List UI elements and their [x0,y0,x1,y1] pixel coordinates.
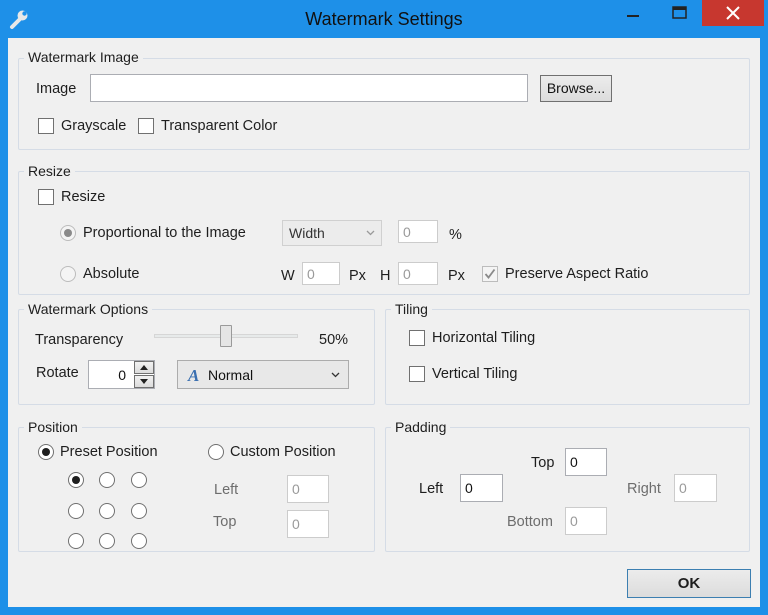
padding-top-label: Top [531,455,555,471]
blend-mode-value: Normal [208,367,254,383]
arrow-down-icon [140,379,148,384]
custom-left-label: Left [214,482,239,498]
position-cell-radio[interactable] [131,472,147,488]
close-button[interactable] [702,0,764,26]
padding-right-label: Right [627,481,661,497]
resize-checkbox[interactable] [38,189,54,205]
absolute-label: Absolute [83,266,140,282]
maximize-button[interactable] [656,0,702,26]
custom-position-radio[interactable] [208,444,224,460]
minimize-icon [627,15,639,17]
tiling-group [385,309,750,405]
svg-text:A: A [187,366,199,384]
custom-top-label: Top [213,514,237,530]
proportional-label: Proportional to the Image [83,225,246,241]
image-label: Image [36,81,77,97]
transparency-label: Transparency [35,332,124,348]
grayscale-checkbox[interactable] [38,118,54,134]
custom-left-input[interactable] [287,475,329,503]
padding-bottom-label: Bottom [507,514,553,530]
grayscale-label: Grayscale [61,118,127,134]
resize-group-label: Resize [24,163,75,179]
width-label: W [281,268,295,284]
absolute-radio[interactable] [60,266,76,282]
position-cell-radio[interactable] [99,472,115,488]
proportional-radio[interactable] [60,225,76,241]
rotate-label: Rotate [36,365,79,381]
custom-position-label: Custom Position [230,444,336,460]
dimension-select[interactable]: Width [282,220,382,246]
height-input[interactable] [398,262,438,285]
height-label: H [380,268,391,284]
blend-mode-select[interactable]: A Normal [177,360,349,389]
transparency-value: 50% [319,332,349,348]
ok-button[interactable]: OK [627,569,751,598]
resize-label: Resize [61,189,106,205]
dimension-select-value: Width [289,225,325,241]
title-bar[interactable]: Watermark Settings [0,0,768,38]
chevron-down-icon [331,372,340,378]
rotate-up-button[interactable] [134,361,154,374]
percent-unit-label: % [449,227,462,243]
padding-right-input[interactable] [674,474,717,502]
watermark-image-group [18,58,750,150]
transparent-color-label: Transparent Color [161,118,278,134]
position-cell-radio[interactable] [99,533,115,549]
watermark-image-group-label: Watermark Image [24,49,143,65]
horizontal-tiling-label: Horizontal Tiling [432,330,536,346]
position-cell-radio[interactable] [99,503,115,519]
transparency-slider-thumb[interactable] [220,325,232,347]
custom-top-input[interactable] [287,510,329,538]
checkmark-icon [484,268,496,279]
chevron-down-icon [366,230,375,236]
padding-bottom-input[interactable] [565,507,607,535]
width-input[interactable] [302,262,340,285]
vertical-tiling-checkbox[interactable] [409,366,425,382]
transparent-color-checkbox[interactable] [138,118,154,134]
minimize-button[interactable] [610,0,656,26]
browse-button[interactable]: Browse... [540,75,612,102]
maximize-icon [672,6,687,19]
preserve-aspect-label: Preserve Aspect Ratio [505,266,649,282]
height-px-label: Px [448,268,465,284]
vertical-tiling-label: Vertical Tiling [432,366,518,382]
preset-position-radio[interactable] [38,444,54,460]
width-px-label: Px [349,268,366,284]
tiling-group-label: Tiling [391,301,432,317]
close-icon [726,6,740,20]
arrow-up-icon [140,365,148,370]
rotate-down-button[interactable] [134,375,154,388]
padding-left-input[interactable] [460,474,503,502]
position-cell-radio[interactable] [68,503,84,519]
position-cell-radio[interactable] [68,533,84,549]
padding-top-input[interactable] [565,448,607,476]
percent-input[interactable] [398,220,438,243]
position-group-label: Position [24,419,82,435]
font-a-icon: A [187,366,199,384]
dialog-client-area: Watermark Image Image Browse... Grayscal… [8,38,760,607]
horizontal-tiling-checkbox[interactable] [409,330,425,346]
position-cell-radio[interactable] [131,503,147,519]
position-cell-radio[interactable] [68,472,84,488]
image-path-input[interactable] [90,74,528,102]
padding-group-label: Padding [391,419,451,435]
position-cell-radio[interactable] [131,533,147,549]
watermark-options-group-label: Watermark Options [24,301,153,317]
padding-left-label: Left [419,481,444,497]
preserve-aspect-checkbox[interactable] [482,266,498,282]
watermark-options-group [18,309,375,405]
preset-position-label: Preset Position [60,444,158,460]
watermark-settings-window: Watermark Settings Watermark Image Image… [0,0,768,615]
